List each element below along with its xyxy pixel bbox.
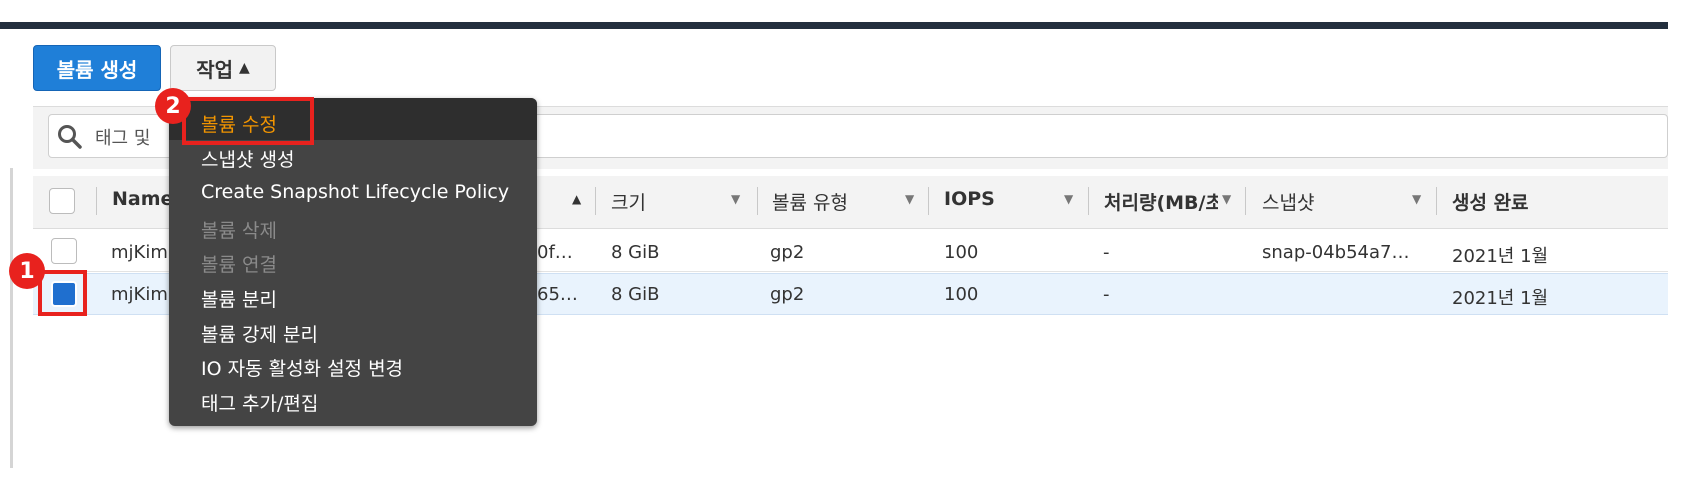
column-separator (1088, 187, 1089, 215)
cell-size: 8 GiB (611, 242, 660, 263)
chevron-up-icon: ▲ (239, 60, 250, 76)
actions-button[interactable]: 작업 ▲ (170, 45, 276, 91)
menu-item-edit-tags[interactable]: 태그 추가/편집 (201, 389, 318, 416)
cell-size: 8 GiB (611, 284, 660, 305)
menu-item-detach-volume[interactable]: 볼륨 분리 (201, 285, 277, 312)
sort-caret-icon[interactable]: ▼ (1064, 192, 1073, 206)
sort-asc-icon[interactable]: ▲ (572, 192, 581, 206)
column-header-size[interactable]: 크기 (611, 188, 646, 215)
menu-item-auto-enable-io[interactable]: IO 자동 활성화 설정 변경 (201, 354, 403, 381)
create-volume-button[interactable]: 볼륨 생성 (33, 45, 161, 91)
column-header-created[interactable]: 생성 완료 (1452, 188, 1568, 215)
sort-caret-icon[interactable]: ▼ (1222, 192, 1231, 206)
cell-name: mjKim (111, 284, 168, 305)
column-separator (1436, 187, 1437, 215)
column-separator (757, 187, 758, 215)
cell-volume-id: 0f… (537, 242, 573, 263)
menu-item-force-detach[interactable]: 볼륨 강제 분리 (201, 320, 318, 347)
cell-volume-type: gp2 (770, 284, 805, 305)
right-margin (1668, 0, 1687, 495)
select-all-checkbox[interactable] (49, 188, 75, 214)
column-header-snapshot[interactable]: 스냅샷 (1262, 188, 1314, 215)
cell-volume-type: gp2 (770, 242, 805, 263)
column-separator (595, 187, 596, 215)
column-header-throughput[interactable]: 처리량(MB/초 (1104, 188, 1218, 215)
menu-item-delete-volume: 볼륨 삭제 (201, 220, 277, 242)
column-separator (928, 187, 929, 215)
column-header-volume-type[interactable]: 볼륨 유형 (772, 188, 848, 215)
cell-name: mjKim (111, 242, 168, 263)
sort-caret-icon[interactable]: ▼ (1412, 192, 1421, 206)
cell-iops: 100 (944, 242, 979, 263)
cell-created: 2021년 1월 (1452, 246, 1549, 267)
column-separator (96, 187, 97, 215)
cell-throughput: - (1103, 284, 1110, 305)
cell-created: 2021년 1월 (1452, 288, 1549, 309)
menu-item-create-lifecycle-policy[interactable]: Create Snapshot Lifecycle Policy (201, 181, 509, 203)
sort-caret-icon[interactable]: ▼ (905, 192, 914, 206)
column-separator (1245, 187, 1246, 215)
step-badge-1: 1 (9, 253, 45, 289)
column-header-iops[interactable]: IOPS (944, 188, 995, 210)
sort-caret-icon[interactable]: ▼ (731, 192, 740, 206)
search-icon (58, 125, 82, 149)
cell-iops: 100 (944, 284, 979, 305)
create-volume-label: 볼륨 생성 (56, 57, 138, 82)
step-badge-2: 2 (155, 88, 191, 124)
highlight-box-step1 (38, 270, 87, 316)
highlight-box-step2 (182, 97, 314, 145)
menu-item-attach-volume: 볼륨 연결 (201, 254, 277, 276)
actions-label: 작업 (196, 57, 234, 82)
column-header-name[interactable]: Name (112, 188, 173, 210)
row-checkbox[interactable] (51, 238, 77, 264)
top-header-bar (0, 22, 1668, 29)
cell-throughput: - (1103, 242, 1110, 263)
cell-volume-id: 65… (537, 284, 578, 305)
left-border (10, 168, 13, 468)
cell-snapshot[interactable]: snap-04b54a7… (1262, 242, 1409, 263)
menu-item-create-snapshot[interactable]: 스냅샷 생성 (201, 145, 294, 172)
search-placeholder: 태그 및 (95, 128, 151, 149)
